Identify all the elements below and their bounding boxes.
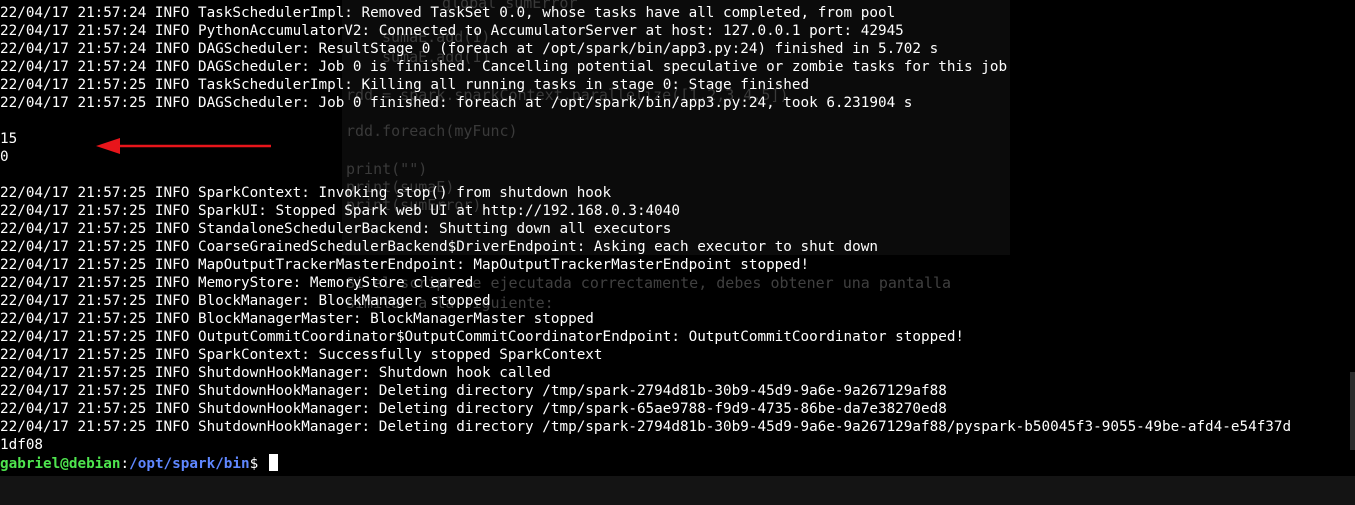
log-line: 22/04/17 21:57:25 INFO SparkUI: Stopped …	[0, 203, 680, 219]
log-line: 22/04/17 21:57:25 INFO MemoryStore: Memo…	[0, 275, 474, 291]
log-line: 22/04/17 21:57:24 INFO PythonAccumulator…	[0, 23, 904, 39]
log-line: 22/04/17 21:57:25 INFO SparkContext: Suc…	[0, 347, 603, 363]
log-line: 22/04/17 21:57:25 INFO StandaloneSchedul…	[0, 221, 672, 237]
shell-prompt[interactable]: gabriel@debian:/opt/spark/bin$	[0, 454, 278, 472]
prompt-user-host: gabriel@debian	[0, 456, 121, 472]
prompt-symbol: $	[249, 456, 267, 472]
log-line: 22/04/17 21:57:25 INFO CoarseGrainedSche…	[0, 239, 878, 255]
log-line: 22/04/17 21:57:25 INFO TaskSchedulerImpl…	[0, 77, 810, 93]
log-line: 22/04/17 21:57:25 INFO ShutdownHookManag…	[0, 401, 947, 417]
log-line: 1df08	[0, 437, 44, 453]
log-line: 22/04/17 21:57:25 INFO OutputCommitCoord…	[0, 329, 965, 345]
log-line: 22/04/17 21:57:24 INFO TaskSchedulerImpl…	[0, 5, 896, 21]
log-line: 22/04/17 21:57:25 INFO ShutdownHookManag…	[0, 365, 551, 381]
log-line: 22/04/17 21:57:24 INFO DAGScheduler: Job…	[0, 59, 1008, 75]
log-line: 22/04/17 21:57:24 INFO DAGScheduler: Res…	[0, 41, 939, 57]
bottom-strip	[0, 476, 1355, 505]
log-line: 22/04/17 21:57:25 INFO DAGScheduler: Job…	[0, 95, 913, 111]
log-line: 22/04/17 21:57:25 INFO SparkContext: Inv…	[0, 185, 612, 201]
output-line: 0	[0, 149, 9, 165]
log-line: 22/04/17 21:57:25 INFO MapOutputTrackerM…	[0, 257, 810, 273]
log-line: 22/04/17 21:57:25 INFO ShutdownHookManag…	[0, 383, 947, 399]
prompt-path: /opt/spark/bin	[129, 456, 250, 472]
prompt-separator: :	[120, 456, 130, 472]
log-line: 22/04/17 21:57:25 INFO BlockManagerMaste…	[0, 311, 594, 327]
scrollbar[interactable]	[1350, 372, 1355, 450]
ghost-code-line: print("")	[346, 160, 428, 178]
left-arrow-icon	[96, 138, 271, 154]
log-line: 22/04/17 21:57:25 INFO ShutdownHookManag…	[0, 419, 1292, 435]
log-line: 22/04/17 21:57:25 INFO BlockManager: Blo…	[0, 293, 491, 309]
ghost-code-line: rdd.foreach(myFunc)	[346, 122, 518, 140]
terminal-window[interactable]: global sumError sumaE.add(1) sumaE.add(1…	[0, 0, 1355, 476]
output-line: 15	[0, 131, 18, 147]
text-cursor[interactable]	[268, 454, 278, 471]
